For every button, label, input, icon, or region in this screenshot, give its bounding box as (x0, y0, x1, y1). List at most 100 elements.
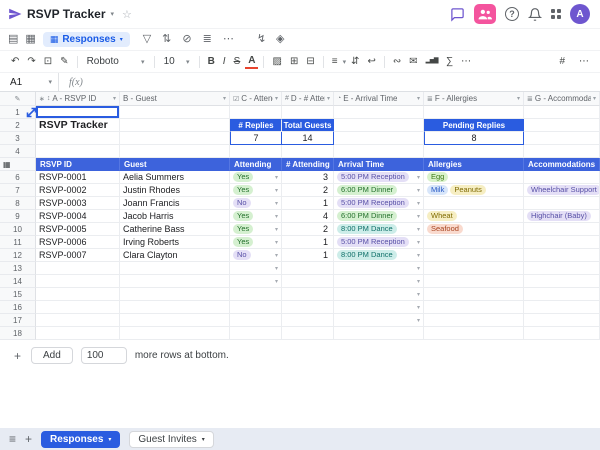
cell-F1[interactable] (424, 106, 524, 119)
sort-icon[interactable]: ⇅ (162, 34, 171, 45)
insert-more-icon[interactable]: ⋯ (458, 56, 474, 68)
row-header-17[interactable]: 17 (0, 314, 36, 327)
redo-icon[interactable]: ↷ (24, 56, 38, 68)
cell-C11[interactable]: Yes ▾ (230, 236, 282, 249)
row-header-10[interactable]: 10 (0, 223, 36, 236)
cell-F16[interactable] (424, 301, 524, 314)
cell-F7[interactable]: Milk Peanuts (424, 184, 524, 197)
column-header-E[interactable]: ◔ E - Arrival Time ▾ (334, 92, 424, 106)
cell-A9[interactable]: RSVP-0004 (36, 210, 120, 223)
horizontal-align-caret-icon[interactable]: ▾ (343, 58, 347, 66)
cell-F6[interactable]: Egg (424, 171, 524, 184)
tab-guest-invites[interactable]: Guest Invites ▾ (129, 430, 214, 448)
cell-F3[interactable]: 8 (424, 132, 524, 145)
cell-C12[interactable]: No ▾ (230, 249, 282, 262)
dropdown-caret-icon[interactable]: ▾ (417, 278, 420, 285)
cell-D9[interactable]: 4 (282, 210, 334, 223)
cell-E13[interactable]: ▾ (334, 262, 424, 275)
cell-B3[interactable] (120, 132, 230, 145)
cell-E4[interactable] (334, 145, 424, 158)
cell-G7[interactable]: Wheelchair Support (524, 184, 600, 197)
cell-F11[interactable] (424, 236, 524, 249)
cell-D6[interactable]: 3 (282, 171, 334, 184)
cell-C4[interactable] (230, 145, 282, 158)
insert-link-icon[interactable]: ∾ (390, 56, 404, 68)
dropdown-caret-icon[interactable]: ▾ (275, 213, 278, 220)
cell-A4[interactable] (36, 145, 120, 158)
cell-G14[interactable] (524, 275, 600, 288)
cell-E12[interactable]: 8:00 PM Dance ▾ (334, 249, 424, 262)
cell-F13[interactable] (424, 262, 524, 275)
cell-F12[interactable] (424, 249, 524, 262)
dropdown-caret-icon[interactable]: ▾ (275, 226, 278, 233)
cell-C2[interactable]: # Replies (230, 119, 282, 132)
functions-icon[interactable]: ∑ (443, 56, 456, 68)
cell-A10[interactable]: RSVP-0005 (36, 223, 120, 236)
cell-D10[interactable]: 2 (282, 223, 334, 236)
apps-grid-icon[interactable] (551, 9, 561, 19)
cell-A6[interactable]: RSVP-0001 (36, 171, 120, 184)
cell-F9[interactable]: Wheat (424, 210, 524, 223)
cell-E7[interactable]: 6:00 PM Dinner ▾ (334, 184, 424, 197)
cell-C3[interactable]: 7 (230, 132, 282, 145)
cell-E17[interactable]: ▾ (334, 314, 424, 327)
strikethrough-icon[interactable]: S (231, 56, 244, 68)
formula-input[interactable] (92, 73, 600, 91)
cell-D14[interactable] (282, 275, 334, 288)
selection-expand-icon[interactable] (26, 107, 37, 118)
cell-B15[interactable] (120, 288, 230, 301)
row-header-13[interactable]: 13 (0, 262, 36, 275)
cell-B11[interactable]: Irving Roberts (120, 236, 230, 249)
cell-E11[interactable]: 5:00 PM Reception ▾ (334, 236, 424, 249)
dropdown-caret-icon[interactable]: ▾ (417, 317, 420, 324)
dropdown-caret-icon[interactable]: ▾ (417, 200, 420, 207)
font-family-select[interactable]: Roboto ▾ (83, 56, 149, 67)
cell-E2[interactable] (334, 119, 424, 132)
row-header-18[interactable]: 18 (0, 327, 36, 340)
add-rows-button[interactable]: Add (31, 347, 73, 364)
column-header-C[interactable]: ☑C - Attendi▾ (230, 92, 282, 106)
cell-B4[interactable] (120, 145, 230, 158)
cell-F18[interactable] (424, 327, 524, 340)
row-header-7[interactable]: 7 (0, 184, 36, 197)
view-more-icon[interactable]: ⋯ (223, 34, 234, 45)
row-header-6[interactable]: 6 (0, 171, 36, 184)
cell-A8[interactable]: RSVP-0003 (36, 197, 120, 210)
cell-F14[interactable] (424, 275, 524, 288)
column-header-G[interactable]: ≣G - Accommodation▾ (524, 92, 600, 106)
cell-C1[interactable] (230, 106, 282, 119)
cell-A12[interactable]: RSVP-0007 (36, 249, 120, 262)
notifications-bell-icon[interactable] (528, 7, 542, 22)
cell-F15[interactable] (424, 288, 524, 301)
column-header-F[interactable]: ≣ F - Allergies ▾ (424, 92, 524, 106)
text-wrap-icon[interactable]: ↩ (364, 56, 378, 68)
dropdown-caret-icon[interactable]: ▾ (275, 252, 278, 259)
dropdown-caret-icon[interactable]: ▾ (417, 265, 420, 272)
dropdown-caret-icon[interactable]: ▾ (417, 226, 420, 233)
row-header-4[interactable]: 4 (0, 145, 36, 158)
dropdown-caret-icon[interactable]: ▾ (417, 174, 420, 181)
column-menu-icon[interactable]: ▾ (517, 95, 520, 102)
cell-G17[interactable] (524, 314, 600, 327)
cell-A3[interactable] (36, 132, 120, 145)
sidebar-toggle-icon[interactable]: ▤ (8, 34, 18, 45)
cell-A18[interactable] (36, 327, 120, 340)
cell-G13[interactable] (524, 262, 600, 275)
cell-E14[interactable]: ▾ (334, 275, 424, 288)
view-selector-button[interactable]: ▦ Responses ▾ (42, 32, 130, 47)
cell-G5[interactable]: Accommodations (524, 158, 600, 171)
title-menu-chevron-icon[interactable]: ▾ (111, 10, 115, 18)
dropdown-caret-icon[interactable]: ▾ (275, 239, 278, 246)
font-size-select[interactable]: 10 ▾ (160, 56, 194, 67)
column-menu-icon[interactable]: ▾ (275, 95, 278, 102)
cell-G6[interactable] (524, 171, 600, 184)
cell-A5[interactable]: RSVP ID (36, 158, 120, 171)
cell-C18[interactable] (230, 327, 282, 340)
cell-B10[interactable]: Catherine Bass (120, 223, 230, 236)
column-menu-icon[interactable]: ▾ (113, 95, 116, 102)
cell-G1[interactable] (524, 106, 600, 119)
cell-D12[interactable]: 1 (282, 249, 334, 262)
extensions-icon[interactable]: ◈ (276, 34, 284, 45)
italic-icon[interactable]: I (220, 56, 229, 68)
cell-A15[interactable] (36, 288, 120, 301)
